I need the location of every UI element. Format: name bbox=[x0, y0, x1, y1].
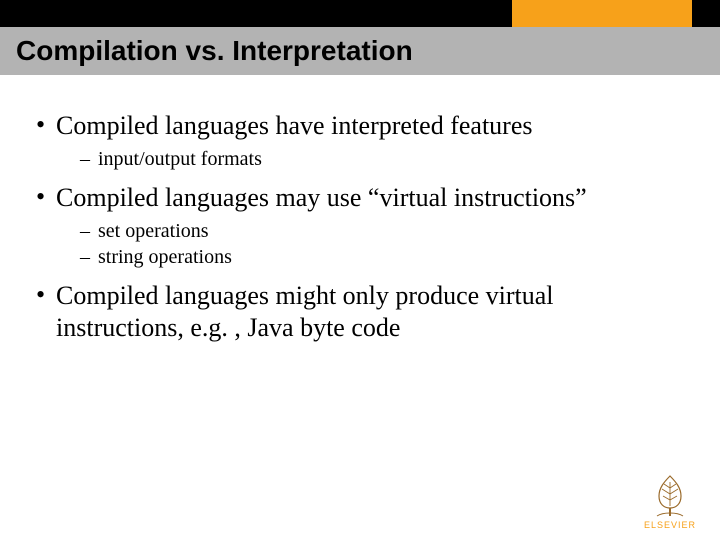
bullet-text: Compiled languages have interpreted feat… bbox=[56, 110, 532, 142]
publisher-name: ELSEVIER bbox=[638, 520, 702, 530]
bullet-item: • Compiled languages have interpreted fe… bbox=[36, 110, 684, 172]
sub-bullet-list: – input/output formats bbox=[80, 146, 684, 172]
sub-bullet-marker: – bbox=[80, 244, 98, 270]
title-bar: Compilation vs. Interpretation bbox=[0, 27, 720, 75]
tree-icon bbox=[647, 472, 693, 518]
publisher-logo: ELSEVIER bbox=[638, 472, 702, 530]
sub-bullet-marker: – bbox=[80, 146, 98, 172]
slide-body: • Compiled languages have interpreted fe… bbox=[36, 110, 684, 350]
bullet-text: Compiled languages may use “virtual inst… bbox=[56, 182, 587, 214]
bullet-marker: • bbox=[36, 110, 56, 140]
bullet-text: Compiled languages might only produce vi… bbox=[56, 280, 684, 344]
bullet-marker: • bbox=[36, 280, 56, 310]
sub-bullet-item: – string operations bbox=[80, 244, 684, 270]
sub-bullet-text: input/output formats bbox=[98, 146, 262, 172]
sub-bullet-marker: – bbox=[80, 218, 98, 244]
sub-bullet-text: set operations bbox=[98, 218, 209, 244]
bullet-item: • Compiled languages may use “virtual in… bbox=[36, 182, 684, 270]
slide-title: Compilation vs. Interpretation bbox=[0, 35, 413, 67]
sub-bullet-item: – set operations bbox=[80, 218, 684, 244]
sub-bullet-list: – set operations – string operations bbox=[80, 218, 684, 270]
sub-bullet-item: – input/output formats bbox=[80, 146, 684, 172]
bullet-item: • Compiled languages might only produce … bbox=[36, 280, 684, 344]
bullet-list: • Compiled languages have interpreted fe… bbox=[36, 110, 684, 344]
sub-bullet-text: string operations bbox=[98, 244, 232, 270]
bullet-marker: • bbox=[36, 182, 56, 212]
